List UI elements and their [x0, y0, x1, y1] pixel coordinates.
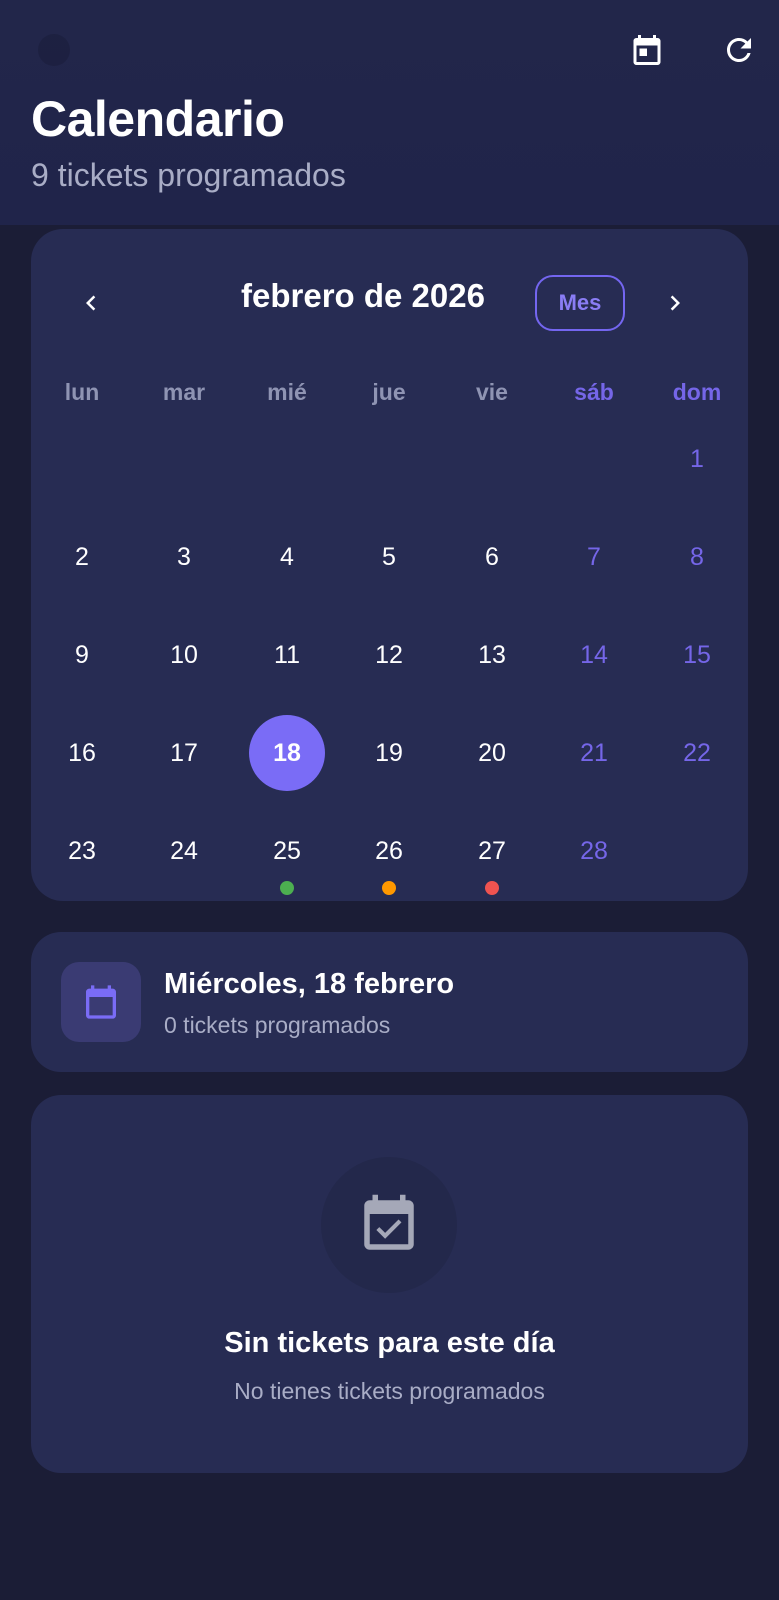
- day-number: 24: [170, 836, 198, 865]
- day-number: 26: [375, 836, 403, 865]
- calendar-day[interactable]: 6: [441, 517, 543, 597]
- weekday-label: lun: [64, 379, 100, 405]
- day-number: 17: [170, 738, 198, 767]
- day-number: 3: [177, 542, 191, 571]
- calendar-day[interactable]: 28: [543, 811, 645, 891]
- calendar-day[interactable]: 15: [646, 615, 748, 695]
- day-number: 9: [75, 640, 89, 669]
- day-number: 14: [580, 640, 608, 669]
- empty-state-subtitle: No tienes tickets programados: [234, 1378, 545, 1404]
- back-button-ghost: [38, 34, 70, 66]
- day-number: 15: [683, 640, 711, 669]
- weekday-header: lun mar mié jue vie sáb dom: [31, 379, 748, 419]
- calendar-day[interactable]: 8: [646, 517, 748, 597]
- weekday-label: dom: [672, 379, 722, 405]
- day-number: 21: [580, 738, 608, 767]
- calendar-icon: [86, 985, 116, 1019]
- weekday-label: vie: [476, 379, 508, 405]
- calendar-icon-box: [61, 962, 141, 1042]
- top-actions: [627, 30, 759, 70]
- calendar-day[interactable]: 27: [441, 811, 543, 895]
- calendar-card: febrero de 2026 Mes lun mar mié jue vie …: [31, 229, 748, 901]
- view-mode-button[interactable]: Mes: [535, 275, 625, 331]
- day-number: 23: [68, 836, 96, 865]
- calendar-day[interactable]: 10: [133, 615, 235, 695]
- event-dot: [382, 881, 396, 895]
- day-number: 7: [587, 542, 601, 571]
- calendar-day[interactable]: 11: [236, 615, 338, 695]
- day-number: 4: [280, 542, 294, 571]
- day-number: 11: [274, 640, 300, 669]
- day-number: 16: [68, 738, 96, 767]
- weekday-label: mar: [162, 379, 206, 405]
- calendar-day[interactable]: 2: [31, 517, 133, 597]
- day-number: 6: [485, 542, 499, 571]
- day-number: 22: [683, 738, 711, 767]
- calendar-day[interactable]: 21: [543, 713, 645, 793]
- day-number: 18: [273, 738, 301, 767]
- refresh-icon[interactable]: [719, 30, 759, 70]
- page-title: Calendario: [31, 91, 285, 147]
- calendar-day[interactable]: 24: [133, 811, 235, 891]
- page-subtitle: 9 tickets programados: [31, 157, 346, 193]
- day-number: 19: [375, 738, 403, 767]
- selected-day-title: Miércoles, 18 febrero: [164, 968, 455, 1000]
- calendar-day[interactable]: 16: [31, 713, 133, 793]
- calendar-icon[interactable]: [627, 30, 667, 70]
- calendar-day[interactable]: 1: [646, 419, 748, 499]
- day-number: 8: [690, 542, 704, 571]
- selected-day-subtitle: 0 tickets programados: [164, 1012, 391, 1038]
- day-number: 28: [580, 836, 608, 865]
- day-number: 2: [75, 542, 89, 571]
- weekday-label: mié: [267, 379, 307, 405]
- empty-state-card: Sin tickets para este día No tienes tick…: [31, 1095, 748, 1473]
- calendar-day[interactable]: 3: [133, 517, 235, 597]
- calendar-day[interactable]: 14: [543, 615, 645, 695]
- calendar-day[interactable]: 26: [338, 811, 440, 895]
- calendar-day[interactable]: 20: [441, 713, 543, 793]
- day-number: 12: [375, 640, 403, 669]
- day-number: 1: [690, 444, 704, 473]
- chevron-right-icon: [670, 295, 680, 311]
- day-number: 20: [478, 738, 506, 767]
- day-number: 25: [273, 836, 301, 865]
- weekday-label: sáb: [574, 379, 614, 405]
- empty-state-title: Sin tickets para este día: [224, 1327, 555, 1359]
- day-number: 10: [170, 640, 198, 669]
- calendar-day[interactable]: 5: [338, 517, 440, 597]
- selected-day-card: Miércoles, 18 febrero 0 tickets programa…: [31, 932, 748, 1072]
- calendar-day[interactable]: 7: [543, 517, 645, 597]
- calendar-day[interactable]: 25: [236, 811, 338, 895]
- calendar-day-selected[interactable]: 18: [236, 713, 338, 793]
- event-available-icon: [364, 1194, 414, 1250]
- day-number: 13: [478, 640, 506, 669]
- calendar-day[interactable]: 12: [338, 615, 440, 695]
- chevron-left-icon: [86, 295, 96, 311]
- event-dot: [280, 881, 294, 895]
- weekday-label: jue: [372, 379, 406, 405]
- next-month-button[interactable]: [653, 281, 697, 325]
- calendar-day[interactable]: 4: [236, 517, 338, 597]
- calendar-day[interactable]: 23: [31, 811, 133, 891]
- calendar-day[interactable]: 13: [441, 615, 543, 695]
- calendar-day[interactable]: 19: [338, 713, 440, 793]
- calendar-day[interactable]: 17: [133, 713, 235, 793]
- empty-state-icon-circle: [321, 1157, 457, 1293]
- prev-month-button[interactable]: [69, 281, 113, 325]
- day-number: 27: [478, 836, 506, 865]
- calendar-day[interactable]: 22: [646, 713, 748, 793]
- month-title: febrero de 2026: [241, 277, 485, 314]
- calendar-day[interactable]: 9: [31, 615, 133, 695]
- day-number: 5: [382, 542, 396, 571]
- event-dot: [485, 881, 499, 895]
